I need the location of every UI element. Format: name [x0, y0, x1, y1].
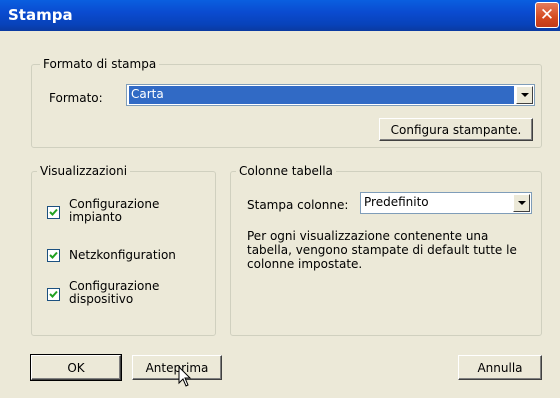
- checkmark-icon: [49, 208, 58, 216]
- columns-description: Per ogni visualizzazione contenente una …: [247, 229, 517, 271]
- format-value: Carta: [129, 86, 514, 104]
- cancel-button[interactable]: Annulla: [458, 355, 542, 380]
- title-bar: Stampa ✕: [0, 0, 560, 31]
- chevron-down-icon: [517, 201, 526, 205]
- columns-group: Colonne tabella Stampa colonne: Predefin…: [230, 163, 542, 336]
- format-group-legend: Formato di stampa: [40, 56, 160, 72]
- format-label: Formato:: [49, 91, 103, 105]
- close-icon: ✕: [539, 4, 555, 25]
- description-line: Per ogni visualizzazione contenente una: [247, 229, 489, 243]
- columns-group-legend: Colonne tabella: [236, 163, 336, 179]
- view-label-line: Netzkonfiguration: [69, 248, 176, 262]
- description-line: tabella, vengono stampate di default tut…: [247, 243, 517, 257]
- view-label-line: dispositivo: [69, 292, 134, 306]
- view-label-configurazione-impianto[interactable]: Configurazione impianto: [69, 198, 159, 224]
- close-button[interactable]: ✕: [535, 2, 559, 28]
- description-line: colonne impostate.: [247, 257, 363, 271]
- configure-printer-button[interactable]: Configura stampante.: [379, 118, 533, 141]
- checkmark-icon: [49, 251, 58, 259]
- ok-button[interactable]: OK: [30, 354, 122, 381]
- print-dialog: Stampa ✕ Formato di stampa Formato: Cart…: [0, 0, 560, 398]
- views-group: Visualizzazioni Configurazione impianto …: [31, 163, 216, 336]
- view-label-configurazione-dispositivo[interactable]: Configurazione dispositivo: [69, 280, 159, 306]
- columns-label: Stampa colonne:: [247, 198, 349, 212]
- view-checkbox-netzkonfiguration[interactable]: [47, 249, 60, 262]
- checkmark-icon: [49, 290, 58, 298]
- view-checkbox-configurazione-dispositivo[interactable]: [47, 288, 60, 301]
- mouse-pointer-icon: [178, 366, 192, 387]
- format-group: Formato di stampa Formato: Carta Configu…: [31, 56, 542, 148]
- columns-dropdown[interactable]: Predefinito: [360, 192, 532, 214]
- chevron-down-icon: [520, 93, 529, 97]
- views-group-legend: Visualizzazioni: [37, 163, 131, 179]
- columns-dropdown-button[interactable]: [513, 194, 530, 212]
- view-checkbox-configurazione-impianto[interactable]: [47, 206, 60, 219]
- window-title: Stampa: [8, 6, 73, 24]
- preview-button[interactable]: Anteprima: [132, 355, 222, 380]
- view-label-netzkonfiguration[interactable]: Netzkonfiguration: [69, 249, 176, 262]
- columns-value: Predefinito: [364, 195, 429, 209]
- view-label-line: impianto: [69, 210, 122, 224]
- format-dropdown[interactable]: Carta: [126, 84, 535, 106]
- format-dropdown-button[interactable]: [516, 86, 533, 104]
